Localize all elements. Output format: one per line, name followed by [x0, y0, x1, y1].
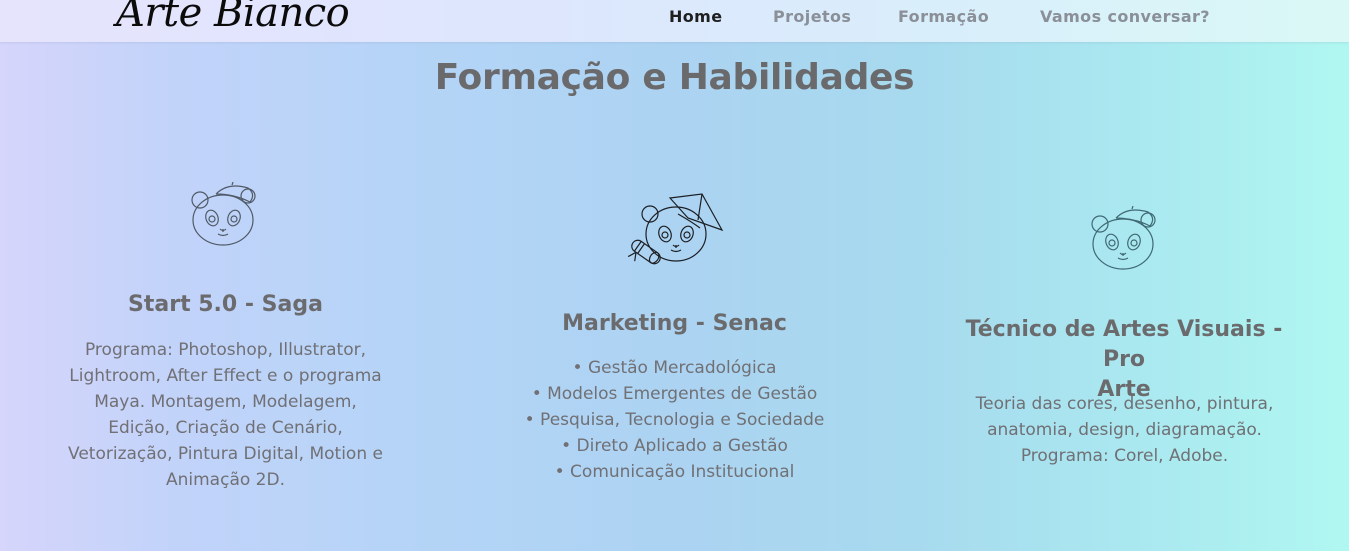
nav-projetos-link[interactable]: Projetos: [773, 7, 851, 26]
section-title: Formação e Habilidades: [434, 57, 915, 98]
top-navbar: Arte Bianco Home Projetos Formação Vamos…: [0, 0, 1349, 42]
card-text-line: • Pesquisa, Tecnologia e Sociedade: [524, 410, 825, 430]
card-text-line: Animação 2D.: [166, 470, 285, 490]
nav-contato-link[interactable]: Vamos conversar?: [1040, 7, 1210, 26]
card-text-line: • Direto Aplicado a Gestão: [561, 436, 788, 456]
nav-formacao-link[interactable]: Formação: [898, 7, 989, 26]
card-description: Programa: Photoshop, Illustrator, Lightr…: [40, 337, 411, 493]
card-text-line: Lightroom, After Effect e o programa: [69, 366, 382, 386]
card-text-line: Edição, Criação de Cenário,: [108, 418, 343, 438]
card-title-line: Técnico de Artes Visuais - Pro: [965, 317, 1283, 372]
brand-logo[interactable]: Arte Bianco: [116, 0, 350, 36]
panda-graduate-icon: [627, 193, 724, 265]
card-title: Marketing - Senac: [562, 311, 787, 336]
card-title: Start 5.0 - Saga: [128, 292, 323, 317]
card-text-line: • Modelos Emergentes de Gestão: [531, 384, 818, 404]
card-text-line: Maya. Montagem, Modelagem,: [94, 392, 357, 412]
card-text-line: anatomia, design, diagramação.: [987, 420, 1262, 440]
card-text-line: Programa: Photoshop, Illustrator,: [84, 340, 367, 360]
card-description: • Gestão Mercadológica • Modelos Emergen…: [489, 355, 860, 485]
nav-home-link[interactable]: Home: [669, 7, 723, 26]
card-text-line: Teoria das cores, desenho, pintura,: [975, 394, 1274, 414]
panda-beret-icon: [1091, 206, 1156, 270]
card-text-line: • Gestão Mercadológica: [572, 358, 777, 378]
card-description: Teoria das cores, desenho, pintura, anat…: [939, 391, 1310, 469]
card-text-line: Vetorização, Pintura Digital, Motion e: [68, 444, 383, 464]
card-text-line: • Comunicação Institucional: [554, 462, 795, 482]
panda-beret-icon: [191, 182, 256, 246]
card-text-line: Programa: Corel, Adobe.: [1020, 446, 1229, 466]
